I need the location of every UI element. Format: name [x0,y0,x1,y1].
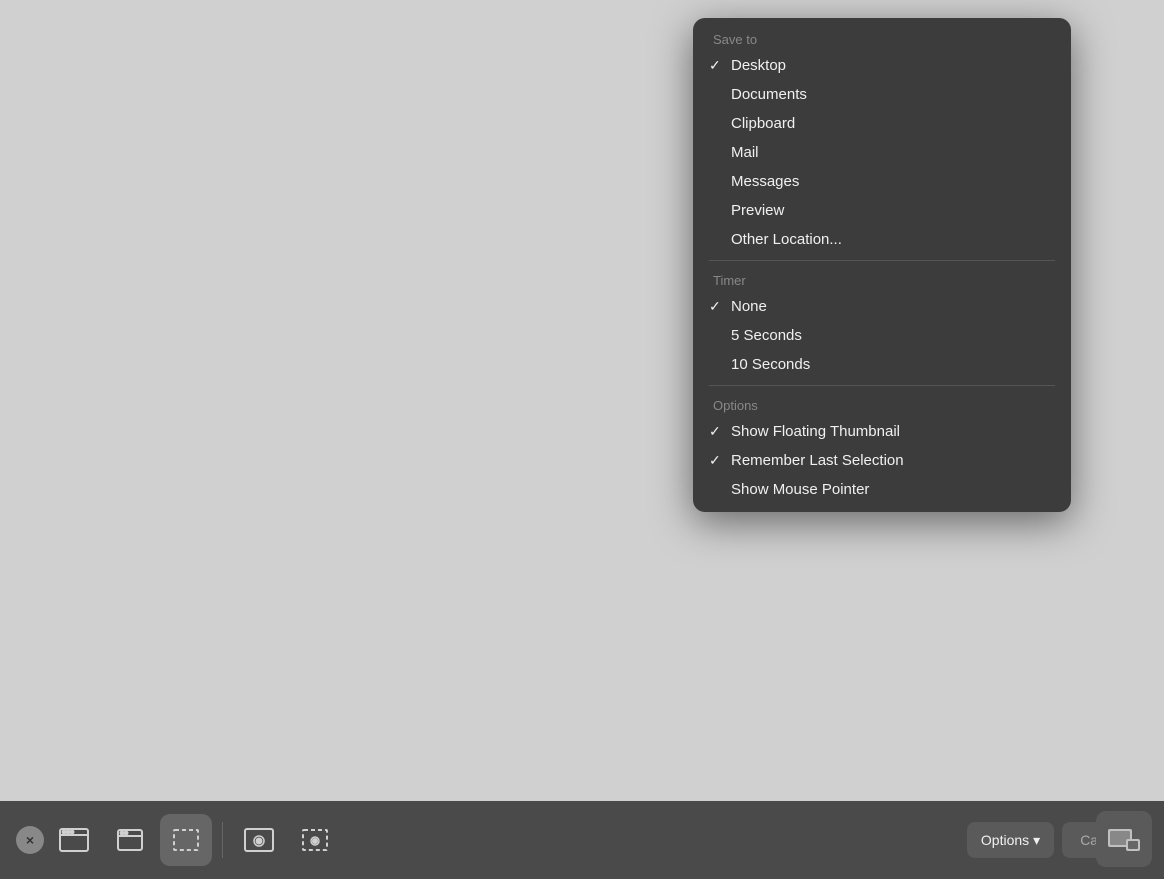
screenshot-icon-graphic [1106,821,1142,857]
screenshot-app-icon [1096,811,1152,867]
selection-record-button[interactable] [289,814,341,866]
selection-icon [170,824,202,856]
dropdown-menu: Save to ✓ Desktop Documents Clipboard Ma… [693,18,1071,512]
options-button[interactable]: Options ▾ [967,822,1054,858]
menu-item-preview[interactable]: Preview [693,196,1071,225]
menu-item-mail[interactable]: Mail [693,138,1071,167]
menu-item-5-seconds[interactable]: 5 Seconds [693,321,1071,350]
timer-section-label: Timer [693,267,1071,292]
selection-record-icon [299,824,331,856]
divider-2 [709,385,1055,386]
toolbar: × [0,801,1164,879]
selection-capture-button[interactable] [160,814,212,866]
menu-item-documents[interactable]: Documents [693,80,1071,109]
toolbar-divider [222,822,223,858]
menu-item-messages[interactable]: Messages [693,167,1071,196]
options-section-label: Options [693,392,1071,417]
full-screen-icon [58,824,90,856]
full-screen-capture-button[interactable] [48,814,100,866]
menu-item-other-location[interactable]: Other Location... [693,225,1071,254]
menu-item-show-mouse-pointer[interactable]: Show Mouse Pointer [693,475,1071,504]
menu-item-desktop[interactable]: ✓ Desktop [693,51,1071,80]
window-capture-button[interactable] [104,814,156,866]
menu-item-none[interactable]: ✓ None [693,292,1071,321]
menu-item-10-seconds[interactable]: 10 Seconds [693,350,1071,379]
checkmark-none: ✓ [709,298,721,315]
menu-item-clipboard[interactable]: Clipboard [693,109,1071,138]
screen-record-button[interactable] [233,814,285,866]
screen-record-icon [243,824,275,856]
menu-item-remember-last-selection[interactable]: ✓ Remember Last Selection [693,446,1071,475]
save-to-section-label: Save to [693,26,1071,51]
checkmark-desktop: ✓ [709,57,721,74]
menu-item-show-floating-thumbnail[interactable]: ✓ Show Floating Thumbnail [693,417,1071,446]
checkmark-remember-last-selection: ✓ [709,452,721,469]
close-button[interactable]: × [16,826,44,854]
checkmark-floating-thumbnail: ✓ [709,423,721,440]
window-icon [114,824,146,856]
divider-1 [709,260,1055,261]
